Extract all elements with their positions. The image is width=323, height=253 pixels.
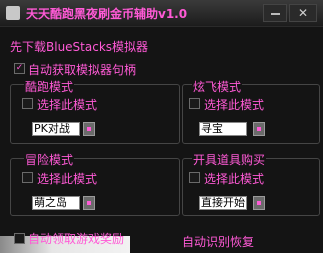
maoxian-mode-select[interactable]: 萌之岛 — [32, 196, 80, 210]
auto-reward-label: 自动领取游戏奖励 — [28, 232, 125, 246]
kupao-mode-checkbox[interactable] — [22, 98, 33, 109]
app-icon — [6, 6, 20, 20]
group-xuanfei-title: 炫飞模式 — [192, 78, 243, 95]
kupao-mode-select[interactable]: PK对战 — [32, 122, 80, 136]
xuanfei-mode-checkbox[interactable] — [189, 98, 200, 109]
items-purchase-label: 选择此模式 — [204, 172, 265, 186]
maoxian-mode-label: 选择此模式 — [37, 172, 98, 186]
items-purchase-select[interactable]: 直接开始 — [199, 196, 247, 210]
download-notice: 先下载BlueStacks模拟器 — [10, 40, 149, 54]
auto-emulator-checkbox[interactable]: ✓ — [14, 63, 25, 74]
window-title: 天天酷跑黑夜刷金币辅助v1.0 — [26, 7, 188, 21]
kupao-mode-label: 选择此模式 — [37, 98, 98, 112]
kupao-mode-select-button[interactable] — [83, 122, 95, 136]
close-button[interactable]: ✕ — [289, 4, 317, 22]
auto-recover-label[interactable]: 自动识别恢复 — [182, 233, 254, 250]
group-kupao-title: 酷跑模式 — [24, 78, 75, 95]
maoxian-mode-select-button[interactable] — [83, 196, 95, 210]
group-maoxian-title: 冒险模式 — [24, 151, 75, 168]
items-purchase-select-button[interactable] — [253, 196, 265, 210]
xuanfei-mode-label: 选择此模式 — [204, 98, 265, 112]
maoxian-mode-checkbox[interactable] — [22, 172, 33, 183]
auto-emulator-label: 自动获取模拟器句柄 — [28, 63, 137, 77]
minimize-button[interactable] — [263, 4, 287, 22]
xuanfei-mode-select[interactable]: 寻宝 — [199, 122, 247, 136]
auto-reward-checkbox[interactable] — [14, 233, 25, 244]
items-purchase-checkbox[interactable] — [189, 172, 200, 183]
group-items-purchase-title: 开具道具购买 — [192, 151, 267, 168]
title-bar: 天天酷跑黑夜刷金币辅助v1.0 ✕ — [0, 0, 323, 27]
xuanfei-mode-select-button[interactable] — [253, 122, 265, 136]
